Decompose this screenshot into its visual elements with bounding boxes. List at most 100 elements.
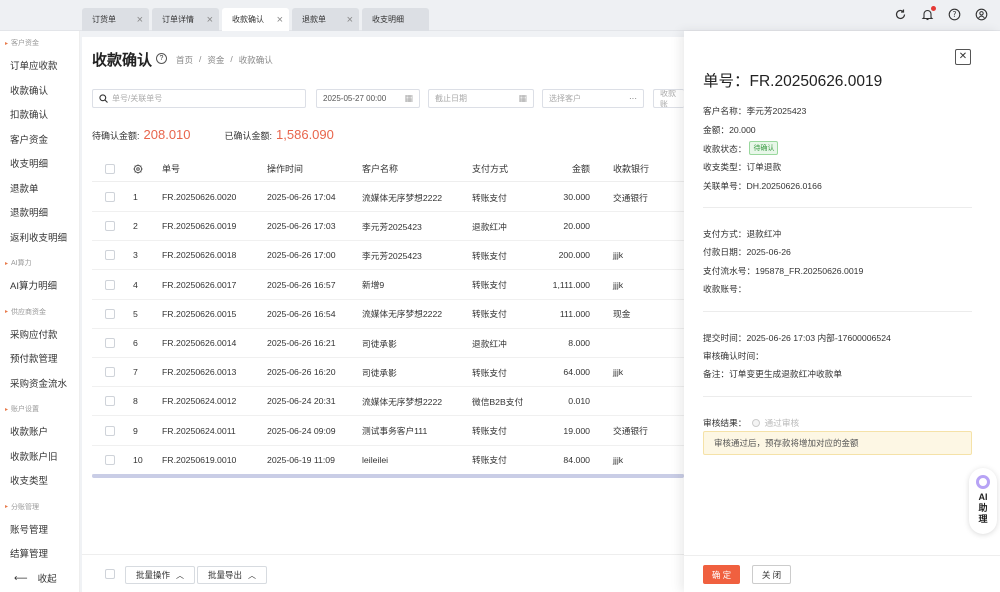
confirm-button[interactable]: 确 定 <box>703 565 740 584</box>
sidebar-item[interactable]: 订单应收款 <box>0 55 79 80</box>
table-row[interactable]: 9 FR.20250624.0011 2025-06-24 09:09 测试事务客户1… <box>92 417 684 446</box>
header-pay-method[interactable]: 支付方式 <box>472 156 508 181</box>
header-order-no[interactable]: 单号 <box>162 156 180 181</box>
search-icon <box>99 94 108 103</box>
row-checkbox[interactable] <box>105 396 115 407</box>
caret-right-icon: ▸ <box>5 40 9 47</box>
sidebar-item[interactable]: 采购应付款 <box>0 324 79 349</box>
row-checkbox[interactable] <box>105 425 115 436</box>
sidebar-item[interactable]: AI算力明细 <box>0 275 79 300</box>
breadcrumb-sep: / <box>199 54 202 64</box>
row-amount: 30.000 <box>563 192 590 202</box>
sidebar-item[interactable]: 收支明细 <box>0 153 79 178</box>
row-checkbox[interactable] <box>105 192 115 202</box>
column-settings-icon[interactable] <box>133 156 143 181</box>
breadcrumb-sep: / <box>230 54 233 64</box>
sidebar-group[interactable]: ▸ 分账管理 <box>0 495 79 519</box>
row-operate-time: 2025-06-26 17:00 <box>267 250 336 261</box>
end-date-input[interactable]: 截止日期 ▦ <box>428 89 534 108</box>
page-title: 收款确认 <box>92 52 153 69</box>
sidebar-item[interactable]: 收款账户 <box>0 421 79 446</box>
sidebar-item[interactable]: 返利收支明细 <box>0 227 79 252</box>
tab-receipt-confirm[interactable]: 收款确认 × <box>222 8 289 31</box>
approve-radio[interactable] <box>752 418 761 427</box>
start-date-input[interactable]: 2025-05-27 00:00 ▦ <box>316 89 420 108</box>
sidebar-group[interactable]: ▸ 供应商资金 <box>0 300 79 324</box>
close-icon[interactable]: × <box>347 14 353 26</box>
close-icon[interactable]: × <box>207 14 213 26</box>
divider <box>703 207 972 208</box>
header-operate-time[interactable]: 操作时间 <box>267 156 303 181</box>
header-bank[interactable]: 收款银行 <box>613 156 649 181</box>
row-operate-time: 2025-06-26 17:04 <box>267 192 336 202</box>
table-row[interactable]: 2 FR.20250626.0019 2025-06-26 17:03 李元芳2025… <box>92 212 684 242</box>
table-row[interactable]: 10 FR.20250619.0010 2025-06-19 11:09 leilei… <box>92 446 684 475</box>
sidebar-item[interactable]: 退款单 <box>0 178 79 203</box>
sidebar-group[interactable]: ▸ AI算力 <box>0 251 79 275</box>
question-icon[interactable]: ? <box>156 53 167 64</box>
close-icon[interactable]: ✕ <box>955 49 971 65</box>
table-row[interactable]: 8 FR.20250624.0012 2025-06-24 20:31 流媒体无序梦想… <box>92 387 684 417</box>
row-checkbox[interactable] <box>105 367 115 378</box>
sidebar-group[interactable]: ▸ 账户设置 <box>0 397 79 421</box>
tab-label: 订单详情 <box>162 15 194 24</box>
sidebar-group[interactable]: ▸ 客户资金 <box>0 31 79 55</box>
close-icon[interactable]: × <box>277 14 283 26</box>
tab-order-detail[interactable]: 订单详情 × <box>152 8 219 31</box>
select-all-checkbox[interactable] <box>105 163 115 174</box>
drawer-status: 收款状态： 待确认 <box>703 141 779 155</box>
row-checkbox[interactable] <box>105 454 115 465</box>
header-amount[interactable]: 金额 <box>522 156 590 181</box>
drawer-related: 关联单号：DH.20250626.0166 <box>703 181 822 191</box>
sidebar-item[interactable]: 预付款管理 <box>0 348 79 373</box>
customer-select[interactable]: 选择客户 ··· <box>542 89 644 108</box>
account-select[interactable]: 收款账 <box>653 89 684 108</box>
horizontal-scrollbar[interactable] <box>92 474 684 478</box>
close-icon[interactable]: × <box>137 14 143 26</box>
row-index: 9 <box>133 425 138 436</box>
tab-order[interactable]: 订货单 × <box>82 8 149 31</box>
sidebar-item[interactable]: 收款账户旧 <box>0 446 79 471</box>
tab-income-detail[interactable]: 收支明细 <box>362 8 429 31</box>
refresh-icon[interactable] <box>894 8 907 21</box>
confirmed-label: 已确认金额: <box>224 131 273 141</box>
batch-export-label: 批量导出 <box>208 570 243 580</box>
user-icon[interactable] <box>975 8 988 21</box>
row-checkbox[interactable] <box>105 308 115 319</box>
sidebar-item[interactable]: 收款确认 <box>0 80 79 105</box>
status-badge: 待确认 <box>749 141 779 155</box>
row-checkbox[interactable] <box>105 250 115 261</box>
help-icon[interactable]: ? <box>948 8 961 21</box>
row-amount: 200.000 <box>558 250 590 261</box>
sidebar-item[interactable]: 采购资金流水 <box>0 373 79 398</box>
row-checkbox[interactable] <box>105 338 115 348</box>
table-row[interactable]: 5 FR.20250626.0015 2025-06-26 16:54 流媒体无序梦想… <box>92 300 684 329</box>
sidebar-item[interactable]: 收支类型 <box>0 470 79 495</box>
collapse-button[interactable]: ⟵ 收起 <box>0 564 79 592</box>
search-input[interactable]: 单号/关联单号 <box>92 89 306 108</box>
sidebar-item[interactable]: 退款明细 <box>0 202 79 227</box>
table-row[interactable]: 1 FR.20250626.0020 2025-06-26 17:04 流媒体无序梦想… <box>92 183 684 212</box>
table-row[interactable]: 7 FR.20250626.0013 2025-06-26 16:20 司徒承影 转账支… <box>92 358 684 388</box>
breadcrumb-home[interactable]: 首页 <box>176 54 193 66</box>
ai-assistant-button[interactable]: AI 助理 <box>969 468 997 534</box>
footer-select-checkbox[interactable] <box>105 569 115 579</box>
approve-option-label[interactable]: 通过审核 <box>764 416 799 429</box>
batch-export-button[interactable]: 批量导出 ︿ <box>197 566 268 584</box>
arrow-left-icon: ⟵ <box>14 572 28 584</box>
row-checkbox[interactable] <box>105 221 115 232</box>
table-row[interactable]: 4 FR.20250626.0017 2025-06-26 16:57 新增9 转账支付… <box>92 271 684 300</box>
batch-operation-button[interactable]: 批量操作 ︿ <box>125 566 196 584</box>
header-customer[interactable]: 客户名称 <box>362 156 398 181</box>
drawer-audit-time: 审核确认时间： <box>703 351 764 361</box>
close-button[interactable]: 关 闭 <box>752 565 791 584</box>
row-checkbox[interactable] <box>105 279 115 290</box>
table-row[interactable]: 3 FR.20250626.0018 2025-06-26 17:00 李元芳2025… <box>92 241 684 271</box>
sidebar-item[interactable]: 客户资金 <box>0 129 79 154</box>
table-row[interactable]: 6 FR.20250626.0014 2025-06-26 16:21 司徒承影 退款红… <box>92 329 684 358</box>
tab-refund[interactable]: 退款单 × <box>292 8 359 31</box>
sidebar-item[interactable]: 扣款确认 <box>0 104 79 129</box>
sidebar-item[interactable]: 账号管理 <box>0 519 79 544</box>
breadcrumb-funds[interactable]: 资金 <box>207 54 224 66</box>
bell-icon[interactable] <box>921 6 936 21</box>
